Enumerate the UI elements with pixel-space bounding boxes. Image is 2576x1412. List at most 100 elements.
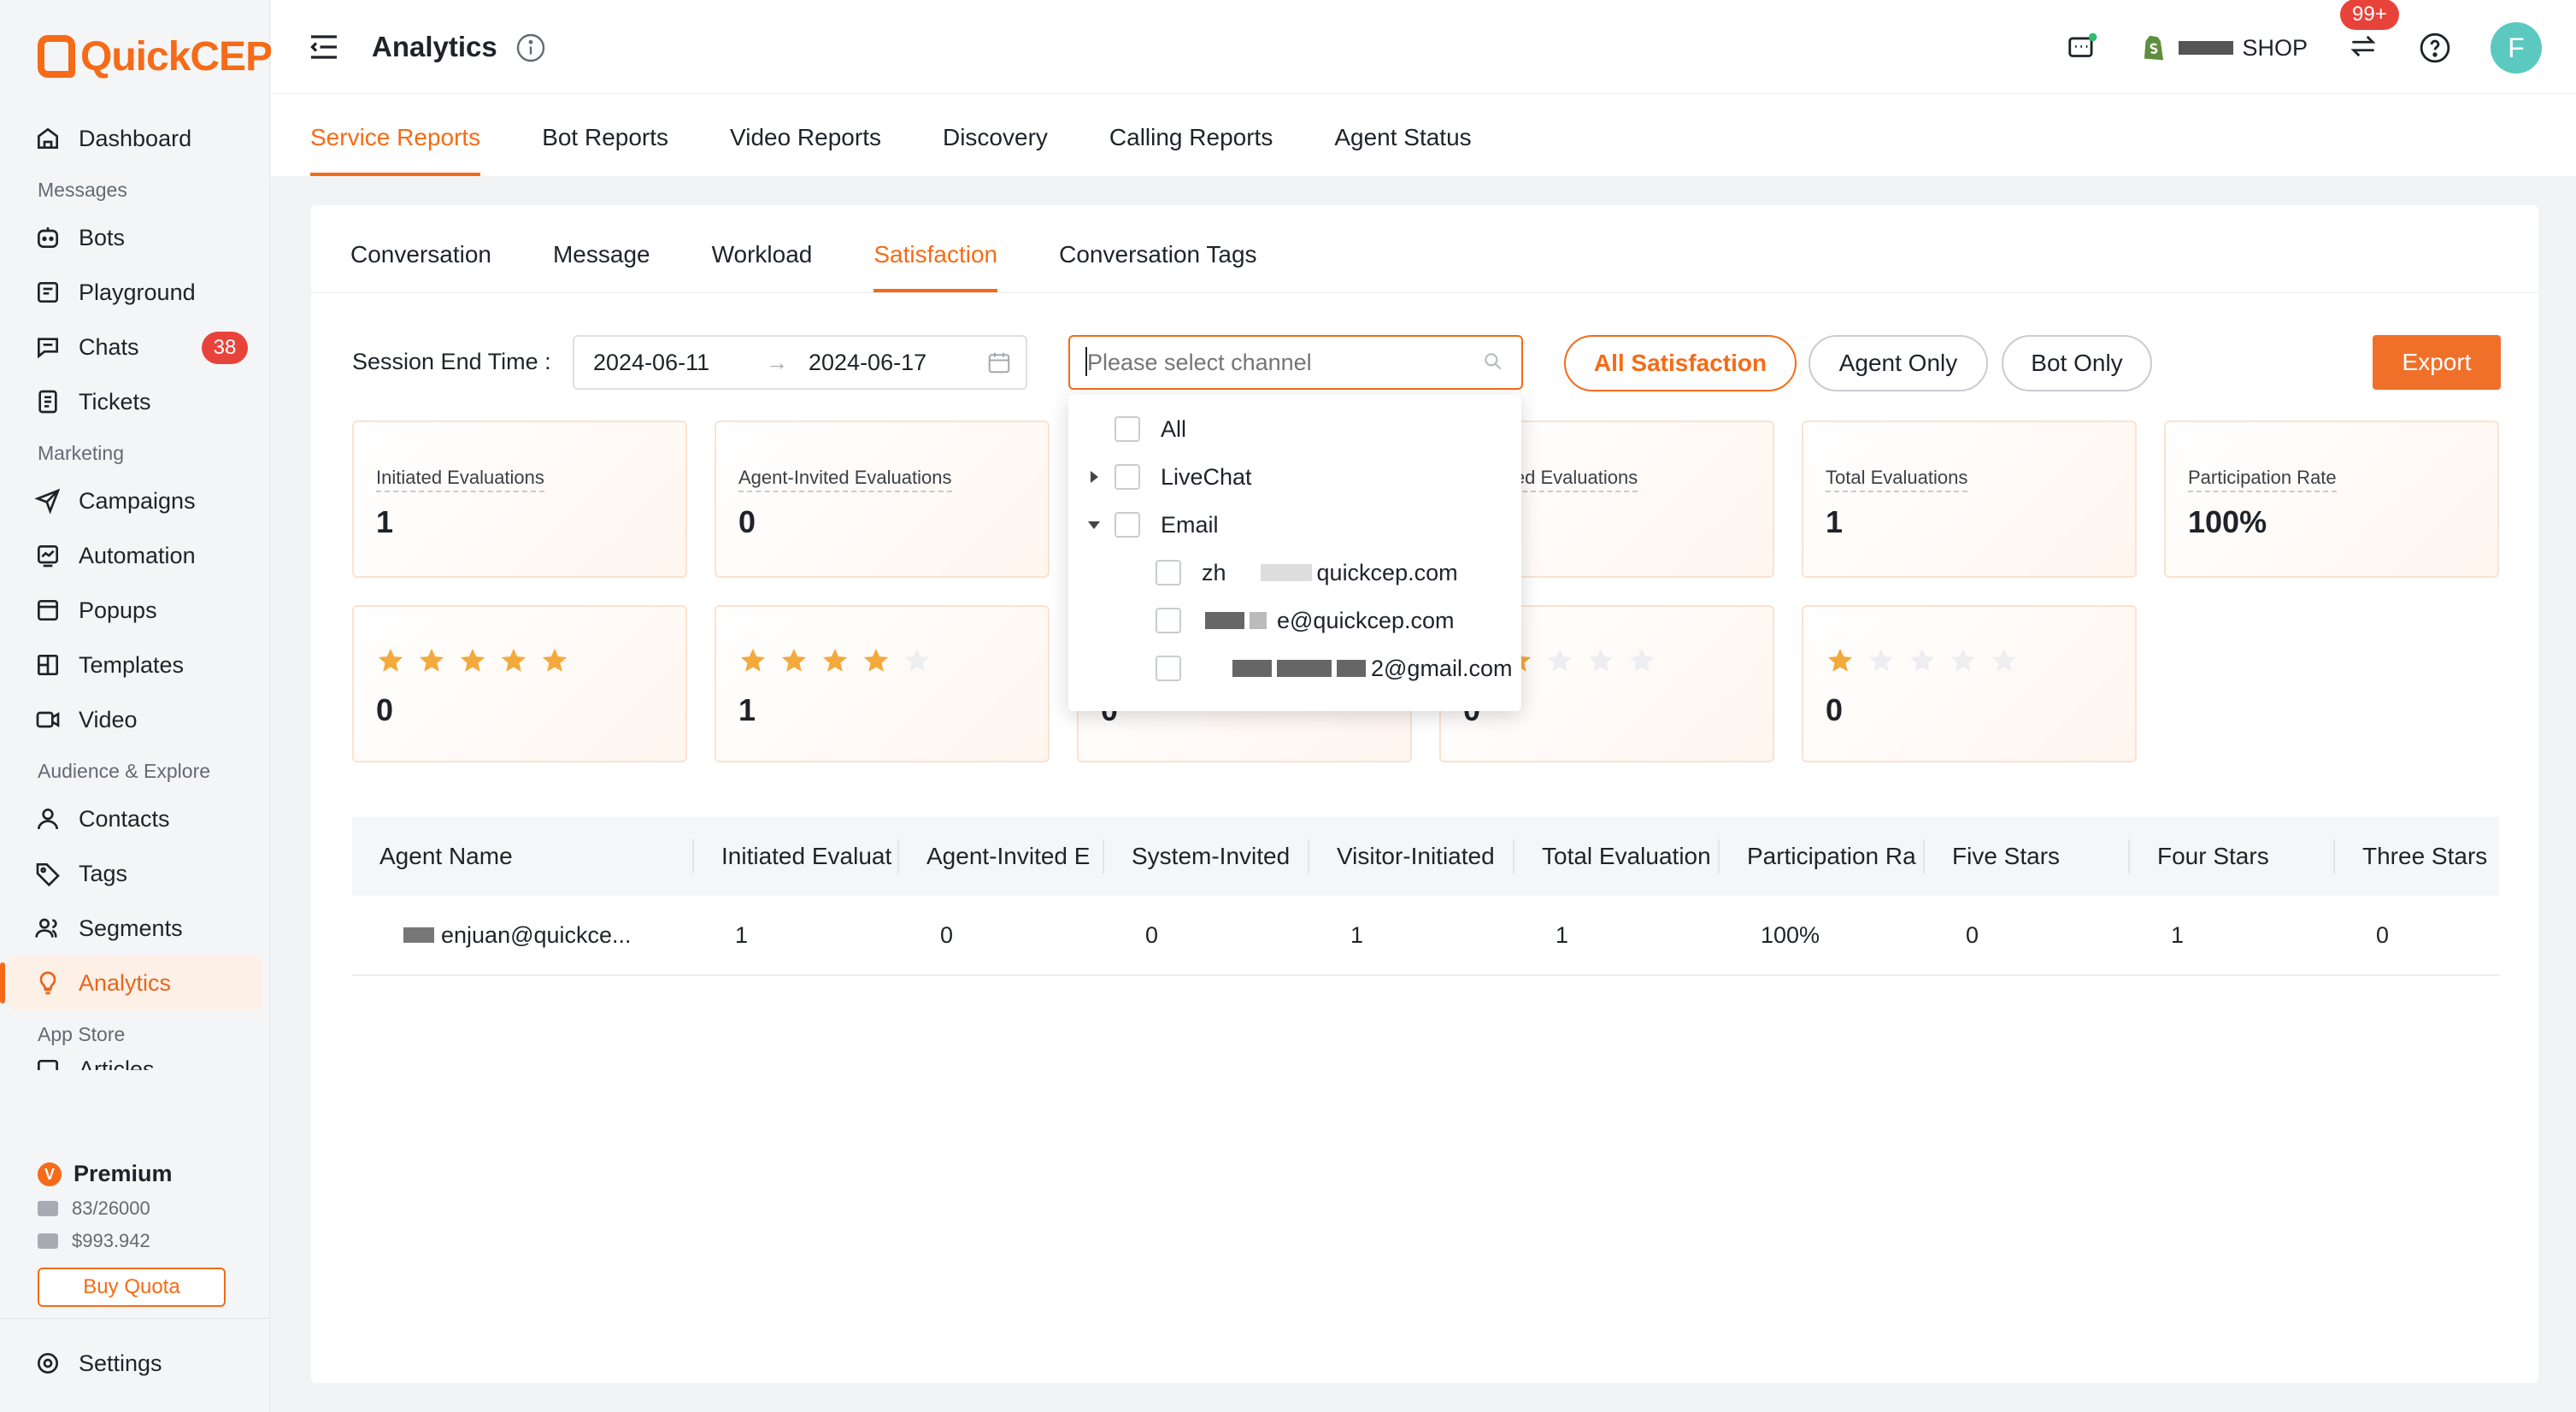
agent-name-cell: enjuan@quickce... bbox=[352, 922, 694, 949]
checkbox[interactable] bbox=[1156, 560, 1181, 585]
star-empty-icon bbox=[1547, 648, 1573, 672]
sidebar-item-segments[interactable]: Segments bbox=[0, 901, 270, 956]
sidebar-section-app-store: App Store bbox=[38, 1023, 126, 1045]
help-icon[interactable] bbox=[2419, 32, 2451, 64]
user-avatar[interactable]: F bbox=[2491, 22, 2542, 74]
star-filled-icon bbox=[781, 648, 807, 672]
checkbox[interactable] bbox=[1156, 656, 1181, 681]
sidebar-item-tags[interactable]: Tags bbox=[0, 846, 270, 901]
star-rating bbox=[738, 646, 932, 675]
stat-label: Agent-Invited Evaluations bbox=[738, 467, 952, 492]
channel-option-label: LiveChat bbox=[1161, 463, 1252, 490]
switch-notifications[interactable]: 99+ bbox=[2340, 0, 2399, 67]
email-account-option[interactable]: zh quickcep.com bbox=[1156, 554, 1458, 591]
service-sub-tabs: Conversation Message Workload Satisfacti… bbox=[350, 205, 1257, 292]
sidebar-item-video[interactable]: Video bbox=[0, 692, 270, 747]
channel-option-all[interactable]: All bbox=[1115, 410, 1186, 448]
checkbox[interactable] bbox=[1115, 416, 1140, 442]
menu-collapse-icon[interactable] bbox=[309, 32, 339, 62]
all-satisfaction-button[interactable]: All Satisfaction bbox=[1564, 335, 1797, 391]
sidebar-item-label: Settings bbox=[79, 1350, 162, 1376]
table-row[interactable]: enjuan@quickce... 1 0 0 1 1 100% 0 1 0 bbox=[352, 896, 2499, 976]
sidebar-item-contacts[interactable]: Contacts bbox=[0, 791, 270, 846]
checkbox[interactable] bbox=[1115, 464, 1140, 490]
shop-switcher[interactable]: SHOP bbox=[2138, 32, 2308, 64]
column-header: Agent Name bbox=[352, 817, 694, 896]
bot-only-button[interactable]: Bot Only bbox=[2002, 335, 2152, 391]
email-account-option[interactable]: 2@gmail.com bbox=[1156, 650, 1512, 687]
calendar-icon[interactable] bbox=[986, 350, 1012, 375]
tab-workload[interactable]: Workload bbox=[712, 205, 813, 292]
sidebar-item-dashboard[interactable]: Dashboard bbox=[0, 111, 270, 166]
tab-calling-reports[interactable]: Calling Reports bbox=[1109, 94, 1273, 176]
channel-option-email[interactable]: Email bbox=[1115, 506, 1219, 544]
stat-total-evaluations: Total Evaluations 1 bbox=[1802, 421, 2137, 578]
balance-value: $993.942 bbox=[72, 1230, 150, 1251]
template-icon bbox=[38, 655, 58, 675]
sidebar-item-tickets[interactable]: Tickets bbox=[0, 374, 270, 429]
masked-text bbox=[1337, 660, 1366, 677]
channel-dropdown: All LiveChat Email zh quickcep.com e@qui… bbox=[1068, 395, 1521, 711]
star-filled-icon bbox=[822, 648, 848, 672]
sidebar-item-articles[interactable]: Articles bbox=[0, 1055, 270, 1070]
checkbox[interactable] bbox=[1115, 512, 1140, 538]
sidebar-item-automation[interactable]: Automation bbox=[0, 528, 270, 583]
tab-bot-reports[interactable]: Bot Reports bbox=[542, 94, 668, 176]
tabs-divider bbox=[311, 292, 2538, 293]
tab-conversation-tags[interactable]: Conversation Tags bbox=[1059, 205, 1256, 292]
star-filled-icon bbox=[542, 648, 568, 672]
checkbox[interactable] bbox=[1156, 608, 1181, 633]
stat-value: 1 bbox=[1826, 504, 1844, 539]
stat-value: 0 bbox=[738, 504, 756, 539]
tab-service-reports[interactable]: Service Reports bbox=[310, 94, 481, 176]
premium-title: V Premium bbox=[38, 1161, 251, 1187]
stat-one-star: 0 bbox=[1802, 605, 2137, 762]
buy-quota-button[interactable]: Buy Quota bbox=[38, 1268, 226, 1307]
tab-discovery[interactable]: Discovery bbox=[943, 94, 1048, 176]
sidebar-item-label: Campaigns bbox=[79, 487, 196, 514]
quickcep-logo[interactable]: QuickCEP bbox=[38, 31, 273, 82]
tab-conversation[interactable]: Conversation bbox=[350, 205, 491, 292]
stat-agent-invited-evaluations: Agent-Invited Evaluations 0 bbox=[715, 421, 1050, 578]
ticket-icon bbox=[38, 390, 57, 414]
sidebar-item-settings[interactable]: Settings bbox=[0, 1336, 270, 1391]
column-header: System-Invited bbox=[1104, 817, 1309, 896]
tab-video-reports[interactable]: Video Reports bbox=[730, 94, 881, 176]
info-icon[interactable] bbox=[515, 32, 546, 63]
end-date[interactable]: 2024-06-17 bbox=[809, 350, 979, 376]
sidebar: QuickCEP Dashboard Messages Bots Playgro… bbox=[0, 0, 273, 1412]
chat-icon bbox=[38, 338, 58, 359]
gear-icon bbox=[38, 1353, 58, 1374]
sidebar-item-templates[interactable]: Templates bbox=[0, 638, 270, 692]
tab-satisfaction[interactable]: Satisfaction bbox=[873, 205, 997, 292]
logo-q-icon bbox=[38, 35, 75, 78]
message-notification-icon[interactable] bbox=[2066, 32, 2098, 64]
logo-text: QuickCEP bbox=[80, 33, 273, 79]
masked-text bbox=[1277, 660, 1332, 677]
sidebar-item-bots[interactable]: Bots bbox=[0, 210, 270, 265]
sidebar-item-label: Playground bbox=[79, 279, 196, 305]
channel-select-input[interactable] bbox=[1068, 335, 1523, 390]
collapse-caret-icon[interactable] bbox=[1088, 521, 1100, 529]
tab-agent-status[interactable]: Agent Status bbox=[1334, 94, 1471, 176]
export-button[interactable]: Export bbox=[2373, 335, 2501, 390]
expand-caret-icon[interactable] bbox=[1091, 471, 1098, 483]
tab-message[interactable]: Message bbox=[553, 205, 650, 292]
sidebar-item-campaigns[interactable]: Campaigns bbox=[0, 474, 270, 528]
star-filled-icon bbox=[740, 648, 766, 672]
column-header: Initiated Evaluat bbox=[694, 817, 899, 896]
shopify-icon bbox=[2144, 35, 2164, 61]
sidebar-item-analytics[interactable]: Analytics bbox=[0, 956, 262, 1010]
sidebar-item-popups[interactable]: Popups bbox=[0, 583, 270, 638]
date-range-picker[interactable]: 2024-06-11 → 2024-06-17 bbox=[573, 335, 1027, 390]
sidebar-item-playground[interactable]: Playground bbox=[0, 265, 270, 320]
channel-option-livechat[interactable]: LiveChat bbox=[1115, 458, 1252, 496]
agent-only-button[interactable]: Agent Only bbox=[1808, 335, 1988, 391]
email-account-option[interactable]: e@quickcep.com bbox=[1156, 602, 1455, 639]
start-date[interactable]: 2024-06-11 bbox=[593, 350, 766, 376]
star-rating bbox=[376, 646, 569, 675]
sidebar-item-chats[interactable]: Chats 38 bbox=[0, 320, 270, 374]
sidebar-item-label: Segments bbox=[79, 915, 183, 941]
channel-option-label: All bbox=[1161, 415, 1187, 442]
table-cell: 100% bbox=[1761, 921, 1820, 948]
